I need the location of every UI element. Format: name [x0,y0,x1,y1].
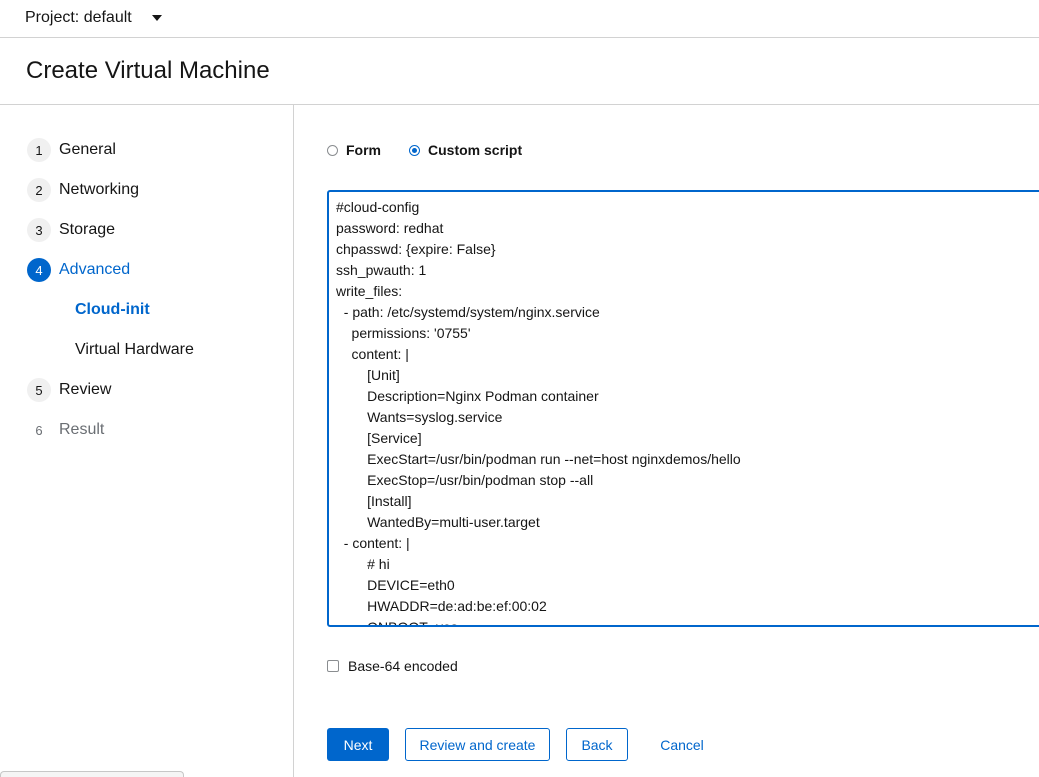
base64-checkbox[interactable]: Base-64 encoded [327,657,458,675]
script-line: [Service] [336,430,422,446]
step-label: Advanced [59,261,131,278]
custom-script-editor[interactable]: #cloud-config password: redhat chpasswd:… [327,190,1039,627]
review-and-create-button[interactable]: Review and create [405,728,550,761]
form-radio[interactable]: Form [327,141,381,159]
step-number: 5 [27,378,51,402]
project-label: Project: default [25,9,132,26]
step-label: Storage [59,221,116,238]
project-selector[interactable]: Project: default [25,6,162,30]
nav-step-general[interactable]: 1 General [27,138,116,162]
nav-step-result: 6 Result [27,418,104,442]
script-line: Wants=syslog.service [336,409,503,425]
step-number: 6 [35,422,43,438]
step-number: 1 [27,138,51,162]
script-line: HWADDR=de:ad:be:ef:00:02 [336,598,547,614]
drawer-handle[interactable] [0,771,184,777]
nav-step-advanced[interactable]: 4 Advanced [27,258,130,282]
script-line: #cloud-config [336,199,420,215]
back-button[interactable]: Back [566,728,628,761]
script-line: DEVICE=eth0 [336,577,455,593]
step-label: Review [59,381,112,398]
cancel-button[interactable]: Cancel [648,728,716,761]
nav-step-networking[interactable]: 2 Networking [27,178,139,202]
script-line: content: | [336,346,409,362]
base64-checkbox-label: Base-64 encoded [348,658,458,674]
custom-script-radio[interactable]: Custom script [409,141,522,159]
script-line: Description=Nginx Podman container [336,388,599,404]
script-line: permissions: '0755' [336,325,471,341]
next-button[interactable]: Next [327,728,389,761]
step-number: 3 [27,218,51,242]
nav-step-review[interactable]: 5 Review [27,378,111,402]
nav-step-storage[interactable]: 3 Storage [27,218,115,242]
radio-unchecked-icon [327,144,338,156]
step-number: 2 [27,178,51,202]
script-line: [Unit] [336,367,400,383]
wizard-nav: 1 General 2 Networking 3 Storage 4 Advan… [0,105,294,777]
page-title: Create Virtual Machine [26,57,270,84]
script-line: write_files: [336,283,403,299]
project-bar: Project: default [0,0,1039,38]
script-line: ExecStart=/usr/bin/podman run --net=host… [336,451,741,467]
script-line: - path: /etc/systemd/system/nginx.servic… [336,304,600,320]
script-line: ssh_pwauth: 1 [336,262,427,278]
step-number: 4 [27,258,51,282]
step-label: General [59,141,116,158]
script-line: ONBOOT=yes [336,619,458,627]
script-line: [Install] [336,493,412,509]
custom-script-radio-label: Custom script [428,142,523,158]
checkbox-unchecked-icon [327,660,339,672]
form-radio-label: Form [346,142,381,158]
script-line: # hi [336,556,390,572]
caret-down-icon [151,15,162,21]
script-line: chpasswd: {expire: False} [336,241,496,257]
script-line: password: redhat [336,220,444,236]
step-label: Result [59,421,105,438]
nav-substep-cloud-init[interactable]: Cloud-init [75,298,150,322]
script-line: ExecStop=/usr/bin/podman stop --all [336,472,594,488]
nav-substep-virtual-hardware[interactable]: Virtual Hardware [75,338,194,362]
script-line: WantedBy=multi-user.target [336,514,540,530]
script-line: - content: | [336,535,410,551]
step-label: Networking [59,181,140,198]
radio-checked-icon [409,144,420,156]
